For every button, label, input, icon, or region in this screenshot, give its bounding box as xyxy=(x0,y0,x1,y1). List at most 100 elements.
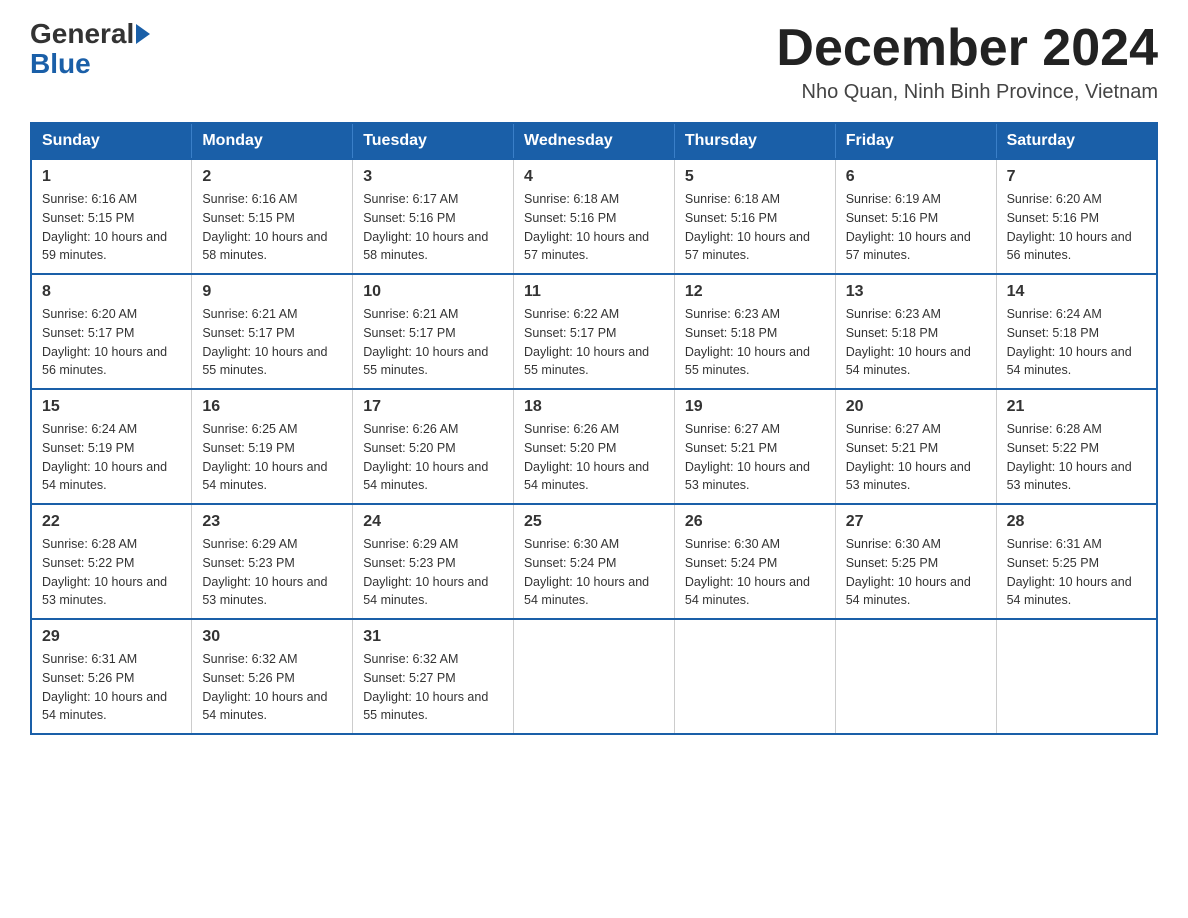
week-row-3: 15 Sunrise: 6:24 AM Sunset: 5:19 PM Dayl… xyxy=(31,389,1157,504)
day-info: Sunrise: 6:20 AM Sunset: 5:16 PM Dayligh… xyxy=(1007,190,1146,265)
day-number: 29 xyxy=(42,628,181,646)
day-number: 19 xyxy=(685,398,825,416)
day-info: Sunrise: 6:30 AM Sunset: 5:25 PM Dayligh… xyxy=(846,535,986,610)
day-number: 18 xyxy=(524,398,664,416)
calendar-cell: 20 Sunrise: 6:27 AM Sunset: 5:21 PM Dayl… xyxy=(835,389,996,504)
day-number: 9 xyxy=(202,283,342,301)
day-number: 20 xyxy=(846,398,986,416)
day-info: Sunrise: 6:27 AM Sunset: 5:21 PM Dayligh… xyxy=(846,420,986,495)
week-row-1: 1 Sunrise: 6:16 AM Sunset: 5:15 PM Dayli… xyxy=(31,159,1157,274)
calendar-cell: 3 Sunrise: 6:17 AM Sunset: 5:16 PM Dayli… xyxy=(353,159,514,274)
day-number: 13 xyxy=(846,283,986,301)
day-info: Sunrise: 6:31 AM Sunset: 5:25 PM Dayligh… xyxy=(1007,535,1146,610)
week-row-5: 29 Sunrise: 6:31 AM Sunset: 5:26 PM Dayl… xyxy=(31,619,1157,734)
day-info: Sunrise: 6:18 AM Sunset: 5:16 PM Dayligh… xyxy=(685,190,825,265)
day-info: Sunrise: 6:28 AM Sunset: 5:22 PM Dayligh… xyxy=(1007,420,1146,495)
day-number: 31 xyxy=(363,628,503,646)
calendar-cell: 19 Sunrise: 6:27 AM Sunset: 5:21 PM Dayl… xyxy=(674,389,835,504)
day-number: 7 xyxy=(1007,168,1146,186)
calendar-cell: 16 Sunrise: 6:25 AM Sunset: 5:19 PM Dayl… xyxy=(192,389,353,504)
calendar-cell: 26 Sunrise: 6:30 AM Sunset: 5:24 PM Dayl… xyxy=(674,504,835,619)
day-number: 10 xyxy=(363,283,503,301)
calendar-cell: 12 Sunrise: 6:23 AM Sunset: 5:18 PM Dayl… xyxy=(674,274,835,389)
logo-general-text: General xyxy=(30,20,134,48)
day-header-sunday: Sunday xyxy=(31,123,192,159)
day-info: Sunrise: 6:21 AM Sunset: 5:17 PM Dayligh… xyxy=(202,305,342,380)
day-header-thursday: Thursday xyxy=(674,123,835,159)
day-number: 27 xyxy=(846,513,986,531)
calendar-cell: 28 Sunrise: 6:31 AM Sunset: 5:25 PM Dayl… xyxy=(996,504,1157,619)
calendar-cell: 2 Sunrise: 6:16 AM Sunset: 5:15 PM Dayli… xyxy=(192,159,353,274)
day-info: Sunrise: 6:24 AM Sunset: 5:19 PM Dayligh… xyxy=(42,420,181,495)
day-number: 3 xyxy=(363,168,503,186)
calendar-cell: 29 Sunrise: 6:31 AM Sunset: 5:26 PM Dayl… xyxy=(31,619,192,734)
day-info: Sunrise: 6:16 AM Sunset: 5:15 PM Dayligh… xyxy=(42,190,181,265)
day-number: 21 xyxy=(1007,398,1146,416)
calendar-cell: 6 Sunrise: 6:19 AM Sunset: 5:16 PM Dayli… xyxy=(835,159,996,274)
day-number: 24 xyxy=(363,513,503,531)
day-info: Sunrise: 6:26 AM Sunset: 5:20 PM Dayligh… xyxy=(363,420,503,495)
day-info: Sunrise: 6:30 AM Sunset: 5:24 PM Dayligh… xyxy=(685,535,825,610)
calendar-cell: 7 Sunrise: 6:20 AM Sunset: 5:16 PM Dayli… xyxy=(996,159,1157,274)
day-number: 25 xyxy=(524,513,664,531)
calendar-cell: 15 Sunrise: 6:24 AM Sunset: 5:19 PM Dayl… xyxy=(31,389,192,504)
page-header: General Blue December 2024 Nho Quan, Nin… xyxy=(30,20,1158,104)
day-info: Sunrise: 6:23 AM Sunset: 5:18 PM Dayligh… xyxy=(846,305,986,380)
calendar-cell: 17 Sunrise: 6:26 AM Sunset: 5:20 PM Dayl… xyxy=(353,389,514,504)
calendar-cell: 24 Sunrise: 6:29 AM Sunset: 5:23 PM Dayl… xyxy=(353,504,514,619)
calendar-cell: 8 Sunrise: 6:20 AM Sunset: 5:17 PM Dayli… xyxy=(31,274,192,389)
day-info: Sunrise: 6:16 AM Sunset: 5:15 PM Dayligh… xyxy=(202,190,342,265)
day-info: Sunrise: 6:29 AM Sunset: 5:23 PM Dayligh… xyxy=(363,535,503,610)
day-info: Sunrise: 6:32 AM Sunset: 5:27 PM Dayligh… xyxy=(363,650,503,725)
day-number: 17 xyxy=(363,398,503,416)
day-info: Sunrise: 6:31 AM Sunset: 5:26 PM Dayligh… xyxy=(42,650,181,725)
logo: General Blue xyxy=(30,20,152,80)
day-info: Sunrise: 6:21 AM Sunset: 5:17 PM Dayligh… xyxy=(363,305,503,380)
day-number: 8 xyxy=(42,283,181,301)
logo-blue-text: Blue xyxy=(30,48,91,80)
logo-triangle-icon xyxy=(136,24,150,44)
day-info: Sunrise: 6:26 AM Sunset: 5:20 PM Dayligh… xyxy=(524,420,664,495)
day-number: 23 xyxy=(202,513,342,531)
day-info: Sunrise: 6:27 AM Sunset: 5:21 PM Dayligh… xyxy=(685,420,825,495)
day-info: Sunrise: 6:19 AM Sunset: 5:16 PM Dayligh… xyxy=(846,190,986,265)
title-section: December 2024 Nho Quan, Ninh Binh Provin… xyxy=(776,20,1158,104)
week-row-2: 8 Sunrise: 6:20 AM Sunset: 5:17 PM Dayli… xyxy=(31,274,1157,389)
calendar-cell xyxy=(835,619,996,734)
day-info: Sunrise: 6:20 AM Sunset: 5:17 PM Dayligh… xyxy=(42,305,181,380)
calendar-cell: 31 Sunrise: 6:32 AM Sunset: 5:27 PM Dayl… xyxy=(353,619,514,734)
calendar-cell xyxy=(996,619,1157,734)
day-number: 22 xyxy=(42,513,181,531)
day-number: 26 xyxy=(685,513,825,531)
calendar-cell: 1 Sunrise: 6:16 AM Sunset: 5:15 PM Dayli… xyxy=(31,159,192,274)
day-number: 15 xyxy=(42,398,181,416)
calendar-cell: 13 Sunrise: 6:23 AM Sunset: 5:18 PM Dayl… xyxy=(835,274,996,389)
day-header-saturday: Saturday xyxy=(996,123,1157,159)
day-info: Sunrise: 6:30 AM Sunset: 5:24 PM Dayligh… xyxy=(524,535,664,610)
calendar-cell: 9 Sunrise: 6:21 AM Sunset: 5:17 PM Dayli… xyxy=(192,274,353,389)
calendar-header-row: SundayMondayTuesdayWednesdayThursdayFrid… xyxy=(31,123,1157,159)
calendar-cell: 23 Sunrise: 6:29 AM Sunset: 5:23 PM Dayl… xyxy=(192,504,353,619)
day-number: 5 xyxy=(685,168,825,186)
day-header-friday: Friday xyxy=(835,123,996,159)
calendar-cell: 10 Sunrise: 6:21 AM Sunset: 5:17 PM Dayl… xyxy=(353,274,514,389)
day-info: Sunrise: 6:24 AM Sunset: 5:18 PM Dayligh… xyxy=(1007,305,1146,380)
day-number: 12 xyxy=(685,283,825,301)
day-number: 4 xyxy=(524,168,664,186)
calendar-cell: 11 Sunrise: 6:22 AM Sunset: 5:17 PM Dayl… xyxy=(514,274,675,389)
day-info: Sunrise: 6:17 AM Sunset: 5:16 PM Dayligh… xyxy=(363,190,503,265)
day-number: 30 xyxy=(202,628,342,646)
day-info: Sunrise: 6:25 AM Sunset: 5:19 PM Dayligh… xyxy=(202,420,342,495)
calendar-cell: 14 Sunrise: 6:24 AM Sunset: 5:18 PM Dayl… xyxy=(996,274,1157,389)
calendar-cell: 4 Sunrise: 6:18 AM Sunset: 5:16 PM Dayli… xyxy=(514,159,675,274)
week-row-4: 22 Sunrise: 6:28 AM Sunset: 5:22 PM Dayl… xyxy=(31,504,1157,619)
day-info: Sunrise: 6:28 AM Sunset: 5:22 PM Dayligh… xyxy=(42,535,181,610)
day-info: Sunrise: 6:32 AM Sunset: 5:26 PM Dayligh… xyxy=(202,650,342,725)
day-header-monday: Monday xyxy=(192,123,353,159)
calendar-cell: 25 Sunrise: 6:30 AM Sunset: 5:24 PM Dayl… xyxy=(514,504,675,619)
calendar-cell: 5 Sunrise: 6:18 AM Sunset: 5:16 PM Dayli… xyxy=(674,159,835,274)
day-info: Sunrise: 6:22 AM Sunset: 5:17 PM Dayligh… xyxy=(524,305,664,380)
day-info: Sunrise: 6:18 AM Sunset: 5:16 PM Dayligh… xyxy=(524,190,664,265)
day-number: 11 xyxy=(524,283,664,301)
day-number: 16 xyxy=(202,398,342,416)
